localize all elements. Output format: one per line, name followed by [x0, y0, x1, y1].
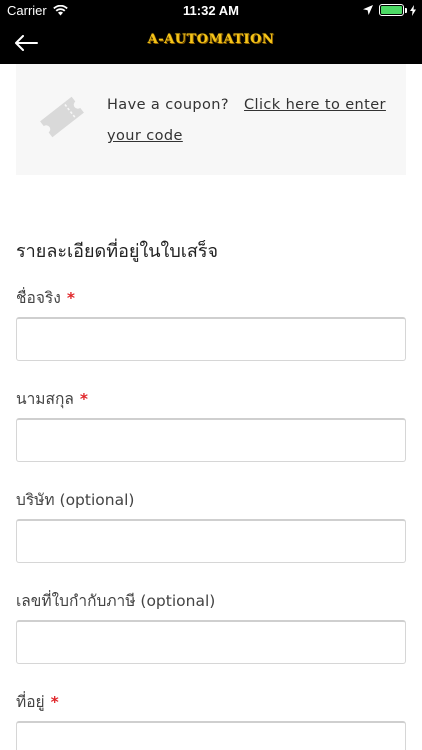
first-name-label: ชื่อจริง *	[16, 285, 75, 310]
coupon-banner: Have a coupon? Click here to enter your …	[16, 64, 406, 175]
battery-fill	[381, 6, 402, 14]
tax-id-input[interactable]	[16, 620, 406, 664]
company-label-text: บริษัท (optional)	[16, 491, 135, 509]
required-mark: *	[79, 390, 88, 408]
battery-tip	[405, 8, 407, 13]
last-name-input[interactable]	[16, 418, 406, 462]
ticket-icon	[40, 96, 84, 138]
tax-id-label-text: เลขที่ใบกำกับภาษี (optional)	[16, 592, 216, 610]
battery-icon	[379, 4, 407, 16]
last-name-label: นามสกุล *	[16, 386, 88, 411]
status-right	[363, 4, 416, 16]
first-name-input[interactable]	[16, 317, 406, 361]
address-label: ที่อยู่ *	[16, 689, 59, 714]
required-mark: *	[50, 693, 59, 711]
company-input[interactable]	[16, 519, 406, 563]
company-label: บริษัท (optional)	[16, 487, 134, 512]
address-label-text: ที่อยู่	[16, 693, 45, 711]
nav-bar: A-AUTOMATION	[0, 22, 422, 64]
last-name-label-text: นามสกุล	[16, 390, 74, 408]
tax-id-label: เลขที่ใบกำกับภาษี (optional)	[16, 588, 215, 613]
charging-bolt-icon	[410, 4, 416, 16]
app-logo: A-AUTOMATION	[147, 32, 275, 47]
app-header: Carrier 11:32 AM A-AUTOMATION	[0, 0, 422, 64]
billing-section-title: รายละเอียดที่อยู่ในใบเสร็จ	[16, 241, 219, 262]
status-bar: Carrier 11:32 AM	[0, 0, 422, 22]
location-arrow-icon	[363, 5, 373, 15]
required-mark: *	[66, 289, 75, 307]
status-time: 11:32 AM	[183, 3, 239, 18]
coupon-prompt: Have a coupon?	[107, 97, 229, 113]
first-name-label-text: ชื่อจริง	[16, 289, 61, 307]
coupon-text: Have a coupon? Click here to enter your …	[107, 90, 387, 152]
address-input[interactable]	[16, 721, 406, 750]
